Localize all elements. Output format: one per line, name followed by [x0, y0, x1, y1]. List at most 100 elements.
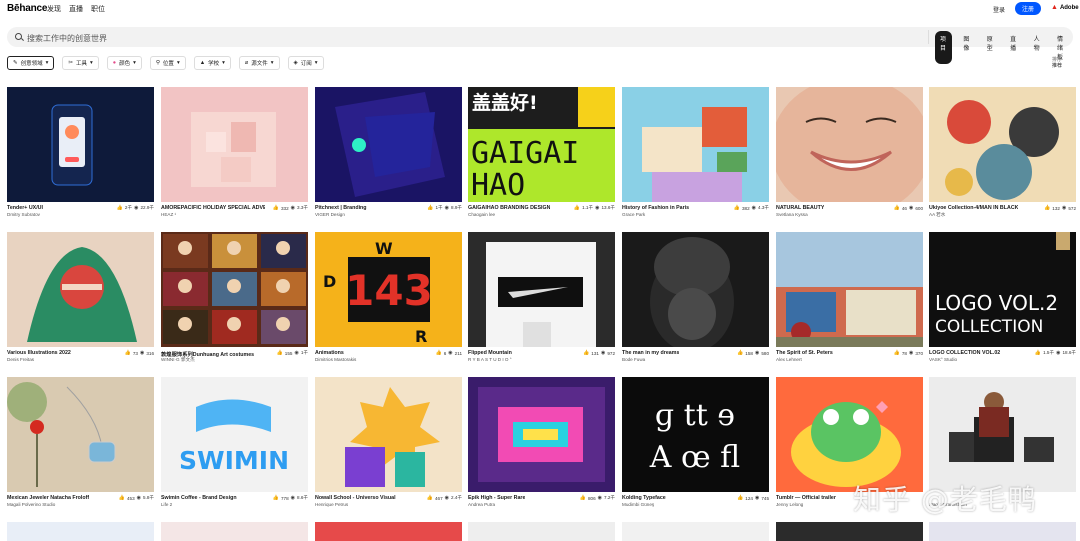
project-thumbnail[interactable] — [7, 87, 154, 202]
project-author[interactable]: Alex Lehnert — [776, 357, 802, 362]
tab-images[interactable]: 图像 — [958, 31, 975, 64]
project-thumbnail-peek[interactable] — [468, 522, 615, 541]
filter-creative-field[interactable]: ✎ 创意领域 ▾ — [7, 56, 55, 70]
project-thumbnail[interactable] — [776, 377, 923, 492]
filter-color[interactable]: ● 颜色 ▾ — [106, 56, 142, 70]
project-author[interactable]: WINNI·G 郭文杰 — [161, 357, 195, 363]
filter-tools[interactable]: ✂ 工具 ▾ — [62, 56, 99, 70]
project-title[interactable]: Various Illustrations 2022 — [7, 350, 71, 356]
project-title[interactable]: The man in my dreams — [622, 350, 679, 356]
project-thumbnail[interactable]: 盖盖好! GAIGAI HAO — [468, 87, 615, 202]
project-thumbnail-peek[interactable] — [161, 522, 308, 541]
project-thumbnail[interactable] — [161, 87, 308, 202]
project-author[interactable]: VIGER Design — [315, 212, 345, 217]
project-title[interactable]: Swimin Coffee - Brand Design — [161, 495, 237, 501]
project-card[interactable]: History of Fashion in Paris Grace Park 👍… — [622, 87, 769, 222]
project-thumbnail[interactable] — [776, 87, 923, 202]
signup-button[interactable]: 注册 — [1015, 2, 1041, 15]
project-thumbnail[interactable]: LOGO VOL.2 COLLECTION — [929, 232, 1076, 347]
project-author[interactable]: Svetlana Kyssa — [776, 212, 808, 217]
project-title[interactable]: Kolding Typeface — [622, 495, 666, 501]
tab-people[interactable]: 人物 — [1029, 31, 1046, 64]
project-thumbnail[interactable] — [315, 87, 462, 202]
project-title[interactable]: Tender+ UX/UI — [7, 205, 43, 211]
tab-live[interactable]: 直播 — [1005, 31, 1022, 64]
project-card[interactable]: AMOREPACIFIC HOLIDAY SPECIAL ADVENT CALE… — [161, 87, 308, 222]
project-thumbnail[interactable] — [776, 232, 923, 347]
project-author[interactable]: Dimitrios Mastorakis — [315, 357, 356, 362]
project-card[interactable]: Pitchnext | Branding VIGER Design 👍 1千 ◉ 8.… — [315, 87, 462, 222]
project-card[interactable]: 盖盖好! GAIGAI HAO GAIGAIHAO BRANDING DESIGN … — [468, 87, 615, 222]
project-title[interactable]: Epik High - Super Rare — [468, 495, 525, 501]
filter-school[interactable]: ▲ 学校 ▾ — [193, 56, 231, 70]
project-thumbnail[interactable] — [929, 87, 1076, 202]
project-title[interactable]: Animations — [315, 350, 344, 356]
search-bar[interactable]: 搜索工作中的创意世界 项目 图像 原型 直播 人物 情绪板 — [7, 27, 1073, 64]
sort-dropdown[interactable]: 排序 推荐 — [1052, 57, 1062, 69]
project-thumbnail[interactable] — [468, 377, 615, 492]
project-thumbnail[interactable] — [315, 377, 462, 492]
project-thumbnail[interactable] — [622, 87, 769, 202]
filter-location[interactable]: ⚲ 位置 ▾ — [149, 56, 186, 70]
project-author[interactable]: Jenny Lelong — [776, 502, 803, 507]
project-thumbnail-peek[interactable] — [315, 522, 462, 541]
project-thumbnail[interactable] — [929, 377, 1076, 492]
project-card[interactable]: Tender+ UX/UI Dmitry Subratov 👍 2千 ◉ 22.9千 — [7, 87, 154, 222]
project-title[interactable]: The Spirit of St. Peters — [776, 350, 833, 356]
project-author[interactable]: R Y B A S T U D I O ° — [468, 357, 512, 362]
project-author[interactable]: HEAZ ¹ — [161, 212, 176, 217]
project-author[interactable]: Denis Freitas — [7, 357, 34, 362]
project-author[interactable]: VASK° Studio — [929, 357, 957, 362]
project-author[interactable]: Magali Polverino Studio — [7, 502, 55, 507]
project-author[interactable]: Henrique Petrus — [315, 502, 348, 507]
tab-projects[interactable]: 项目 — [935, 31, 953, 64]
behance-logo[interactable]: Bēhance — [7, 3, 47, 14]
project-card[interactable]: The man in my dreams Bode Fuwa 👍 158 ◉ 580 — [622, 232, 769, 367]
search-input[interactable]: 搜索工作中的创意世界 — [27, 33, 107, 44]
project-thumbnail[interactable]: ɡ tt ɘ A œ fl — [622, 377, 769, 492]
project-thumbnail-peek[interactable] — [776, 522, 923, 541]
project-title[interactable]: Mexican Jeweler Natacha Froloff — [7, 495, 89, 501]
project-card[interactable]: Mexican Jeweler Natacha Froloff Magali P… — [7, 377, 154, 512]
project-title[interactable]: GAIGAIHAO BRANDING DESIGN — [468, 205, 550, 211]
project-author[interactable]: Bode Fuwa — [622, 357, 645, 362]
nav-jobs[interactable]: 职位 — [91, 4, 105, 14]
project-card[interactable]: 敦煌服饰系列Dunhuang Art costumes WINNI·G 郭文杰 … — [161, 232, 308, 367]
login-link[interactable]: 登录 — [993, 5, 1005, 14]
filter-source-files[interactable]: ⌀ 源文件 ▾ — [238, 56, 280, 70]
project-title[interactable]: Pitchnext | Branding — [315, 205, 367, 211]
project-card[interactable]: ɡ tt ɘ A œ fl Kolding Typeface Mudimbi Gü… — [622, 377, 769, 512]
project-card[interactable]: Various Illustrations 2022 Denis Freitas… — [7, 232, 154, 367]
project-thumbnail[interactable] — [7, 232, 154, 347]
project-thumbnail[interactable]: 143 W D R — [315, 232, 462, 347]
project-title[interactable]: Nowall School - Universo Visual — [315, 495, 396, 501]
project-author[interactable]: Andrea Putra — [468, 502, 495, 507]
nav-discover[interactable]: 发现 — [47, 4, 61, 14]
project-thumbnail-peek[interactable] — [929, 522, 1076, 541]
project-author[interactable]: AA 若水 — [929, 212, 945, 218]
project-title[interactable]: Ukiyoe Collection-4/MAN IN BLACK — [929, 205, 1018, 211]
project-card[interactable]: SWIMIN Swimin Coffee - Brand Design Life… — [161, 377, 308, 512]
project-author[interactable]: Life 2 — [161, 502, 172, 507]
project-thumbnail[interactable]: SWIMIN — [161, 377, 308, 492]
project-thumbnail-peek[interactable] — [622, 522, 769, 541]
project-thumbnail[interactable] — [622, 232, 769, 347]
project-author[interactable]: Mudimbi Güneş — [622, 502, 654, 507]
nav-live[interactable]: 直播 — [69, 4, 83, 14]
project-card[interactable]: Nowall School - Universo Visual Henrique… — [315, 377, 462, 512]
project-title[interactable]: History of Fashion in Paris — [622, 205, 689, 211]
project-author[interactable]: Dmitry Subratov — [7, 212, 40, 217]
project-title[interactable]: AMOREPACIFIC HOLIDAY SPECIAL ADVENT CALE… — [161, 205, 265, 211]
project-card[interactable]: Epik High - Super Rare Andrea Putra 👍 806… — [468, 377, 615, 512]
project-title[interactable]: Flipped Mountain — [468, 350, 512, 356]
project-card[interactable]: LOGO VOL.2 COLLECTION LOGO COLLECTION VOL… — [929, 232, 1076, 367]
project-title[interactable]: Tumblr — Official trailer — [776, 495, 836, 501]
project-card[interactable]: NATURAL BEAUTY Svetlana Kyssa 👍 46 ◉ 600 — [776, 87, 923, 222]
project-thumbnail-peek[interactable] — [7, 522, 154, 541]
project-title[interactable]: LOGO COLLECTION VOL.02 — [929, 350, 1000, 356]
project-author[interactable]: Grace Park — [622, 212, 645, 217]
tab-prototypes[interactable]: 原型 — [982, 31, 999, 64]
filter-subscription[interactable]: ◈ 订阅 ▾ — [287, 56, 324, 70]
adobe-link[interactable]: ▲ Adobe — [1051, 4, 1079, 11]
project-card[interactable]: Flipped Mountain R Y B A S T U D I O ° 👍… — [468, 232, 615, 367]
